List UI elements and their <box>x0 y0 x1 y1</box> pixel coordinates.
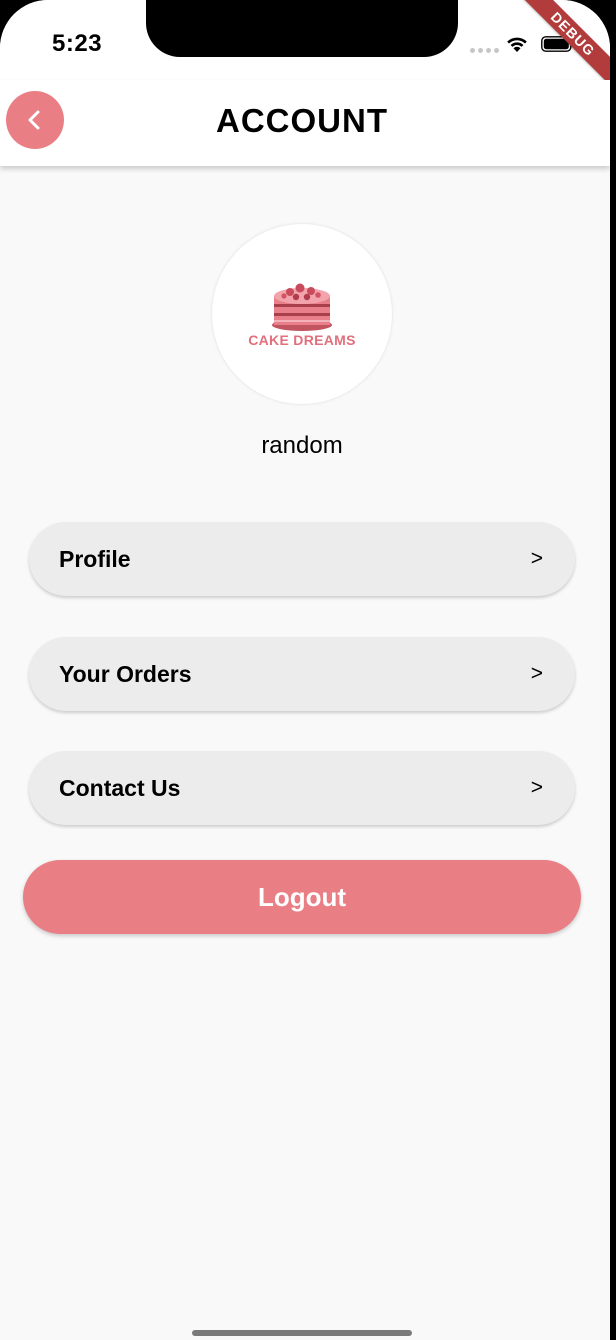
back-button[interactable] <box>6 91 64 149</box>
status-bar: 5:23 DEBUG <box>0 0 610 95</box>
app-bar: ACCOUNT <box>0 80 610 166</box>
status-time: 5:23 <box>52 30 103 57</box>
wifi-icon <box>507 37 527 52</box>
arrow-right-icon: > <box>530 547 543 570</box>
arrow-right-icon: > <box>530 662 543 685</box>
menu-item-label: Your Orders <box>59 661 192 687</box>
arrow-right-icon: > <box>530 776 543 799</box>
cake-logo-icon <box>272 283 332 331</box>
home-indicator[interactable] <box>192 1330 412 1336</box>
chevron-left-icon <box>28 110 40 130</box>
phone-screen: 5:23 DEBUG ACCOUNT CAKE DREAMS random Pr… <box>0 0 610 1340</box>
logout-button[interactable]: Logout <box>23 860 581 934</box>
device-notch <box>146 0 458 57</box>
contact-us-menu-item[interactable]: Contact Us > <box>29 751 575 825</box>
menu-item-label: Contact Us <box>59 775 181 801</box>
device-bezel <box>610 0 616 1340</box>
cellular-signal-icon <box>470 48 499 53</box>
page-title: ACCOUNT <box>216 102 388 139</box>
logo-text: CAKE DREAMS <box>248 332 356 348</box>
profile-menu-item[interactable]: Profile > <box>29 522 575 596</box>
menu-item-label: Profile <box>59 546 131 572</box>
username: random <box>261 432 343 459</box>
avatar: CAKE DREAMS <box>212 224 392 404</box>
your-orders-menu-item[interactable]: Your Orders > <box>29 637 575 711</box>
